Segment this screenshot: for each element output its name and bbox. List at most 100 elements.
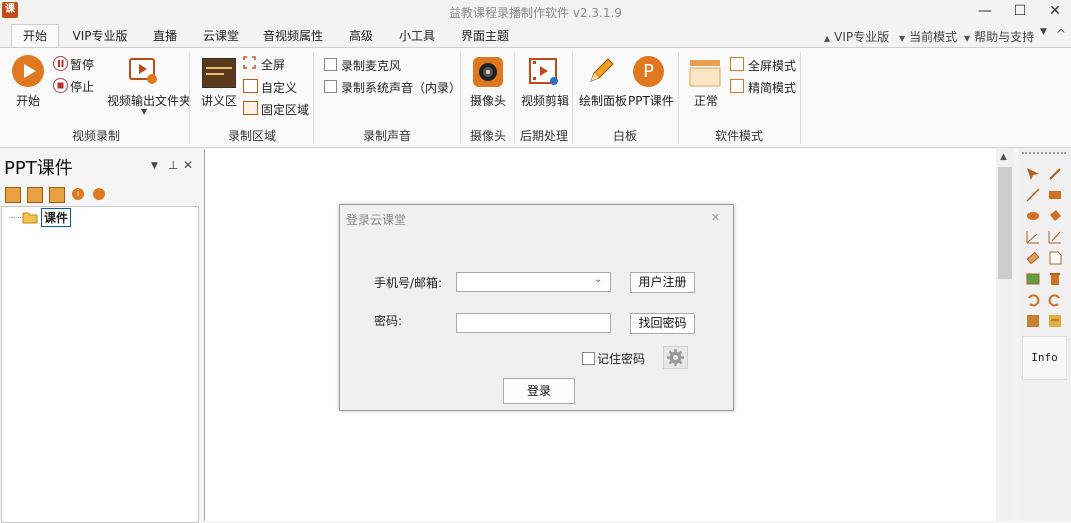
fullscreen-area-icon[interactable] (243, 56, 256, 72)
close-window-button[interactable]: ✕ (1038, 0, 1071, 22)
redo-icon[interactable] (1047, 292, 1063, 308)
courseware-tree (1, 206, 199, 523)
fixed-area-button[interactable]: 固定区域 (261, 101, 309, 118)
brush-icon[interactable] (1047, 166, 1063, 182)
fixed-area-icon[interactable] (243, 101, 258, 115)
angle-icon[interactable] (1025, 229, 1041, 245)
text-icon[interactable] (1047, 250, 1063, 266)
fullscreen-mode-button[interactable]: 全屏模式 (748, 57, 796, 74)
maximize-button[interactable]: ☐ (1003, 0, 1037, 22)
panel-menu-icon[interactable]: ▼ (151, 161, 158, 171)
tab-advanced[interactable]: 高级 (342, 26, 380, 47)
scrollbar-thumb[interactable] (998, 167, 1012, 279)
toolbar-grip[interactable] (1022, 152, 1066, 154)
password-label: 密码: (374, 314, 403, 328)
mode-menu[interactable]: ▼ 当前模式 (899, 28, 957, 45)
dialog-close-button[interactable]: ✕ (711, 211, 720, 224)
page-icon[interactable] (1025, 313, 1041, 329)
settings-gear-icon[interactable] (663, 346, 688, 369)
remember-password-checkbox[interactable] (582, 352, 595, 365)
pencil-icon[interactable] (586, 56, 616, 89)
stop-button[interactable]: 停止 (70, 78, 94, 95)
mic-checkbox[interactable] (324, 58, 337, 71)
ellipse-icon[interactable] (1025, 208, 1041, 224)
tab-tools[interactable]: 小工具 (395, 26, 439, 47)
help-menu[interactable]: ▼ 帮助与支持 (964, 28, 1034, 45)
mic-checkbox-label[interactable]: 录制麦克风 (341, 57, 401, 74)
custom-area-icon[interactable] (243, 79, 258, 93)
insert-image-icon[interactable] (1025, 271, 1041, 287)
ppt-courseware-icon[interactable]: P (633, 56, 664, 87)
ppt-courseware-button[interactable]: PPT课件 (628, 92, 674, 109)
tab-vip[interactable]: VIP专业版 (70, 26, 130, 47)
fullscreen-area-button[interactable]: 全屏 (261, 56, 285, 73)
camera-icon[interactable] (473, 57, 503, 87)
add-folder-icon[interactable] (49, 187, 65, 203)
panel-close-button[interactable]: ✕ (183, 158, 193, 172)
lecture-area-icon[interactable] (202, 58, 236, 88)
rectangle-icon[interactable] (1047, 187, 1063, 203)
simple-mode-button[interactable]: 精简模式 (748, 79, 796, 96)
output-folder-button[interactable]: 视频输出文件夹 (107, 92, 191, 109)
group-label-record-area: 录制区域 (227, 129, 276, 143)
group-label-video-record: 视频录制 (71, 129, 120, 143)
login-button[interactable]: 登录 (503, 378, 575, 404)
tree-node-courseware[interactable]: 课件 (41, 208, 72, 227)
info-icon[interactable]: i (72, 188, 84, 200)
stop-icon[interactable] (53, 78, 68, 93)
password-field[interactable] (456, 313, 611, 333)
trash-icon[interactable] (1047, 271, 1063, 287)
pointer-icon[interactable] (1025, 166, 1041, 182)
add-ppt-icon[interactable] (5, 187, 21, 203)
start-record-label[interactable]: 开始 (16, 92, 40, 109)
camera-button[interactable]: 摄像头 (470, 92, 506, 109)
tab-start[interactable]: 开始 (11, 26, 59, 47)
right-toolbar (1018, 149, 1071, 521)
normal-mode-button[interactable]: 正常 (694, 92, 718, 109)
chevron-down-icon: ▼ (899, 34, 906, 43)
fill-icon[interactable] (1047, 208, 1063, 224)
undo-icon[interactable] (1025, 292, 1041, 308)
recover-password-button[interactable]: 找回密码 (630, 313, 695, 334)
tab-av-properties[interactable]: 音视频属性 (260, 26, 326, 47)
pause-button[interactable]: 暂停 (70, 56, 94, 73)
scroll-up-icon[interactable]: ▲ (1000, 152, 1007, 162)
chevron-down-icon[interactable]: ⌄ (594, 274, 602, 285)
info-button[interactable]: Info (1022, 336, 1067, 380)
video-edit-icon[interactable] (529, 57, 561, 90)
draw-panel-button[interactable]: 绘制面板 (579, 92, 627, 109)
board-icon[interactable] (1047, 313, 1063, 329)
pin-icon[interactable]: ⊥ (168, 158, 178, 172)
ribbon-options-icon[interactable]: ▼ (1040, 27, 1047, 37)
custom-area-button[interactable]: 自定义 (261, 79, 297, 96)
output-folder-icon[interactable] (128, 55, 160, 90)
remove-ppt-icon[interactable] (27, 187, 43, 203)
tab-theme[interactable]: 界面主题 (456, 26, 514, 47)
phone-email-field[interactable] (456, 272, 611, 292)
remember-password-label[interactable]: 记住密码 (597, 350, 645, 367)
fullscreen-mode-icon[interactable] (730, 57, 744, 71)
start-record-icon[interactable] (12, 55, 44, 87)
lecture-area-button[interactable]: 讲义区 (201, 92, 237, 109)
collapse-ribbon-icon[interactable]: ^ (1056, 27, 1066, 41)
line-icon[interactable] (1025, 187, 1041, 203)
normal-mode-icon[interactable] (689, 58, 721, 91)
register-button[interactable]: 用户注册 (630, 272, 695, 293)
group-label-camera: 摄像头 (469, 129, 506, 143)
tab-live[interactable]: 直播 (145, 26, 185, 47)
minimize-button[interactable]: — (968, 0, 1002, 22)
vip-menu[interactable]: ▲ VIP专业版 (824, 28, 889, 45)
dropdown-arrow-icon[interactable]: ▼ (141, 107, 147, 116)
system-sound-checkbox-label[interactable]: 录制系统声音（内录） (341, 79, 461, 96)
block-icon[interactable] (93, 188, 105, 200)
chevron-up-icon: ▲ (824, 34, 831, 43)
pause-icon[interactable] (53, 56, 68, 71)
group-separator (460, 52, 461, 144)
eraser-icon[interactable] (1025, 250, 1041, 266)
axes-icon[interactable] (1047, 229, 1063, 245)
video-edit-button[interactable]: 视频剪辑 (521, 92, 569, 109)
system-sound-checkbox[interactable] (324, 80, 337, 93)
folder-icon (22, 210, 38, 227)
simple-mode-icon[interactable] (730, 79, 744, 93)
tab-cloud-class[interactable]: 云课堂 (198, 26, 244, 47)
